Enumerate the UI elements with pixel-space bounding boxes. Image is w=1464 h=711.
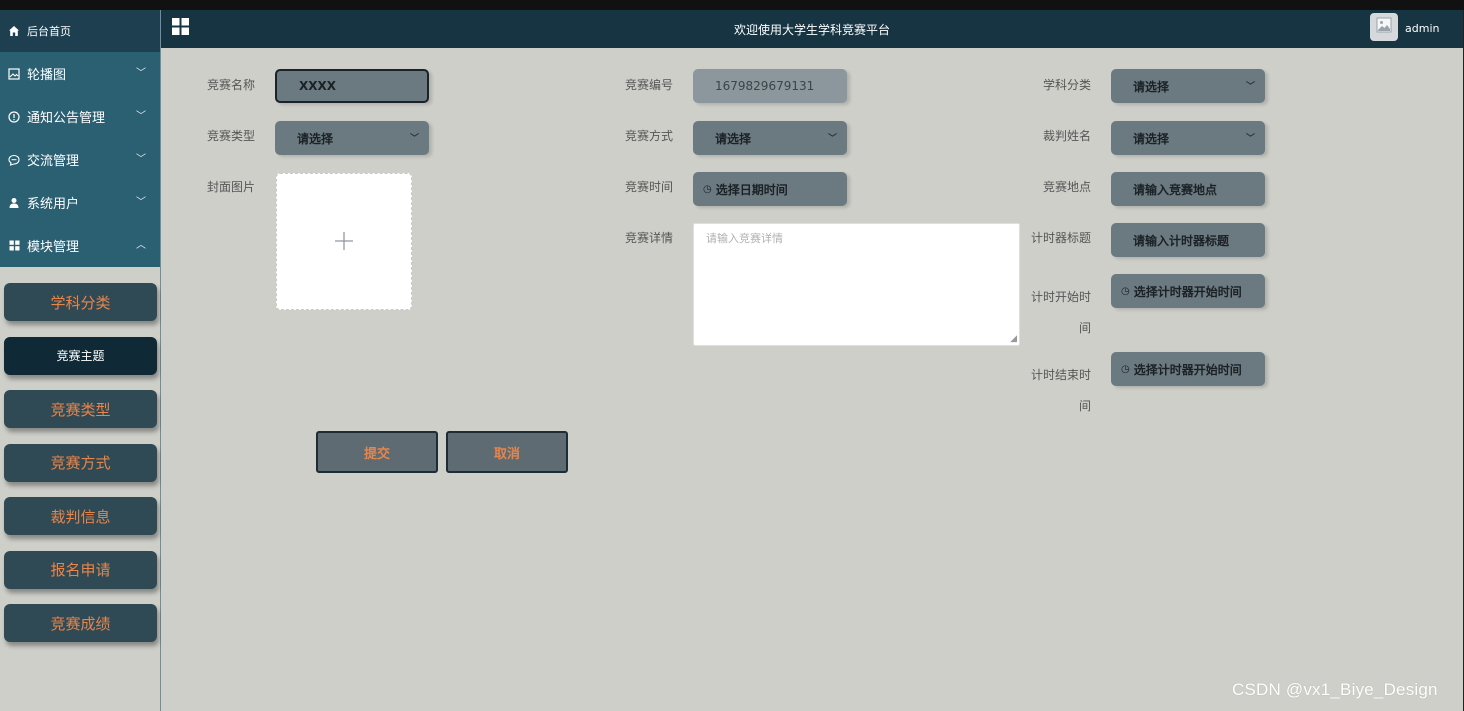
sidebar-item-label: 系统用户 (27, 197, 80, 212)
details-label: 竞赛详情 (624, 231, 673, 245)
resize-grip-icon[interactable]: ◢ (1010, 334, 1017, 344)
chevron-down-icon: ﹀ (827, 134, 837, 144)
sidebar-item-modules[interactable]: 模块管理 ︿ (0, 224, 160, 267)
subject-category-select[interactable]: 请选择 ﹀ (1111, 69, 1265, 103)
timer-end-label: 计时结束时 间 (1027, 360, 1091, 422)
competition-name-input[interactable]: XXXX (275, 69, 429, 103)
timer-title-input[interactable]: 请输入计时器标题 (1111, 223, 1265, 257)
sidebar-home-label: 后台首页 (27, 25, 71, 38)
window-top-strip (0, 0, 1464, 10)
textarea-placeholder: 请输入竞赛详情 (706, 232, 783, 245)
watermark: CSDN @vx1_Biye_Design (1232, 680, 1438, 699)
sidebar-item-label: 模块管理 (27, 240, 80, 255)
chevron-down-icon: ﹀ (409, 134, 419, 144)
sidebar-item-notice[interactable]: 通知公告管理 ﹀ (0, 95, 160, 138)
sidebar-menu: 轮播图 ﹀ 通知公告管理 ﹀ 交流管理 ﹀ 系统用户 ﹀ 模块管理 ︿ (0, 52, 160, 267)
select-value: 请选择 (297, 131, 334, 146)
timer-start-picker[interactable]: ◷ 选择计时器开始时间 (1111, 274, 1265, 308)
select-value: 请选择 (1133, 79, 1170, 94)
chevron-down-icon: ﹀ (136, 68, 146, 79)
competition-type-select[interactable]: 请选择 ﹀ (275, 121, 429, 155)
name-label: 竞赛名称 (206, 78, 255, 92)
sidebar-item-home[interactable]: 后台首页 (0, 10, 160, 52)
number-label: 竞赛编号 (624, 78, 673, 92)
sidebar-item-users[interactable]: 系统用户 ﹀ (0, 181, 160, 224)
label-line: 间 (1078, 321, 1091, 335)
picker-placeholder: 选择计时器开始时间 (1133, 284, 1242, 299)
cancel-button[interactable]: 取消 (446, 431, 568, 473)
sidebar: 后台首页 轮播图 ﹀ 通知公告管理 ﹀ 交流管理 ﹀ 系统用户 ﹀ 模块管理 ︿… (0, 10, 161, 711)
submenu-competition-method[interactable]: 竞赛方式 (4, 443, 157, 482)
chevron-down-icon: ﹀ (136, 154, 146, 165)
type-label: 竞赛类型 (206, 129, 255, 143)
image-icon (1376, 17, 1392, 37)
picker-placeholder: 选择日期时间 (715, 182, 788, 197)
method-label: 竞赛方式 (624, 129, 673, 143)
timer-end-picker[interactable]: ◷ 选择计时器开始时间 (1111, 352, 1265, 386)
timer-title-label: 计时器标题 (1030, 231, 1091, 245)
chevron-down-icon: ﹀ (136, 197, 146, 208)
picture-icon (7, 67, 21, 80)
judge-label: 裁判姓名 (1042, 129, 1091, 143)
competition-time-picker[interactable]: ◷ 选择日期时间 (693, 172, 847, 206)
competition-number-input[interactable]: 1679829679131 (693, 69, 847, 103)
category-label: 学科分类 (1042, 78, 1091, 92)
top-header: 欢迎使用大学生学科竞赛平台 admin (161, 10, 1463, 48)
chat-icon (7, 154, 21, 166)
submenu-competition-type[interactable]: 竞赛类型 (4, 390, 157, 428)
picker-placeholder: 选择计时器开始时间 (1133, 362, 1242, 377)
submit-button[interactable]: 提交 (316, 431, 438, 473)
select-value: 请选择 (1133, 131, 1170, 146)
clock-icon: ◷ (1121, 285, 1130, 297)
competition-method-select[interactable]: 请选择 ﹀ (693, 121, 847, 155)
submenu-judge-info[interactable]: 裁判信息 (4, 497, 157, 535)
sidebar-item-carousel[interactable]: 轮播图 ﹀ (0, 52, 160, 95)
username[interactable]: admin (1405, 22, 1439, 35)
chevron-down-icon: ﹀ (1245, 82, 1255, 92)
competition-details-textarea[interactable]: 请输入竞赛详情 ◢ (693, 223, 1020, 346)
submenu-list: 学科分类 竞赛主题 竞赛类型 竞赛方式 裁判信息 报名申请 竞赛成绩 (0, 267, 160, 642)
chevron-down-icon: ﹀ (1245, 134, 1255, 144)
user-icon (7, 197, 21, 209)
chevron-down-icon: ﹀ (136, 111, 146, 122)
cover-upload[interactable] (276, 173, 412, 310)
sidebar-item-forum[interactable]: 交流管理 ﹀ (0, 138, 160, 181)
form-area: 竞赛名称 XXXX 竞赛类型 请选择 ﹀ 封面图片 竞赛编号 167982967… (161, 48, 1463, 711)
plus-icon (334, 225, 354, 258)
grid-icon (7, 240, 21, 251)
chevron-up-icon: ︿ (136, 240, 146, 251)
clock-icon: ◷ (703, 183, 712, 195)
submenu-competition-topic[interactable]: 竞赛主题 (4, 336, 157, 375)
label-line: 计时开始时 (1030, 290, 1091, 304)
select-value: 请选择 (715, 131, 752, 146)
cover-label: 封面图片 (206, 180, 255, 194)
timer-start-label: 计时开始时 间 (1027, 282, 1091, 344)
sidebar-item-label: 轮播图 (27, 68, 67, 83)
judge-name-select[interactable]: 请选择 ﹀ (1111, 121, 1265, 155)
avatar[interactable] (1370, 13, 1398, 41)
submenu-subject-category[interactable]: 学科分类 (4, 283, 157, 321)
label-line: 计时结束时 (1030, 368, 1091, 382)
sidebar-item-label: 通知公告管理 (27, 111, 106, 126)
page-title: 欢迎使用大学生学科竞赛平台 (733, 23, 890, 37)
submenu-registration[interactable]: 报名申请 (4, 550, 157, 589)
competition-location-input[interactable]: 请输入竞赛地点 (1111, 172, 1265, 206)
submenu-results[interactable]: 竞赛成绩 (4, 604, 157, 642)
location-label: 竞赛地点 (1042, 180, 1091, 194)
time-label: 竞赛时间 (624, 180, 673, 194)
info-icon (7, 110, 21, 123)
label-line: 间 (1078, 399, 1091, 413)
clock-icon: ◷ (1121, 363, 1130, 375)
home-icon (8, 25, 20, 37)
sidebar-item-label: 交流管理 (27, 154, 80, 169)
